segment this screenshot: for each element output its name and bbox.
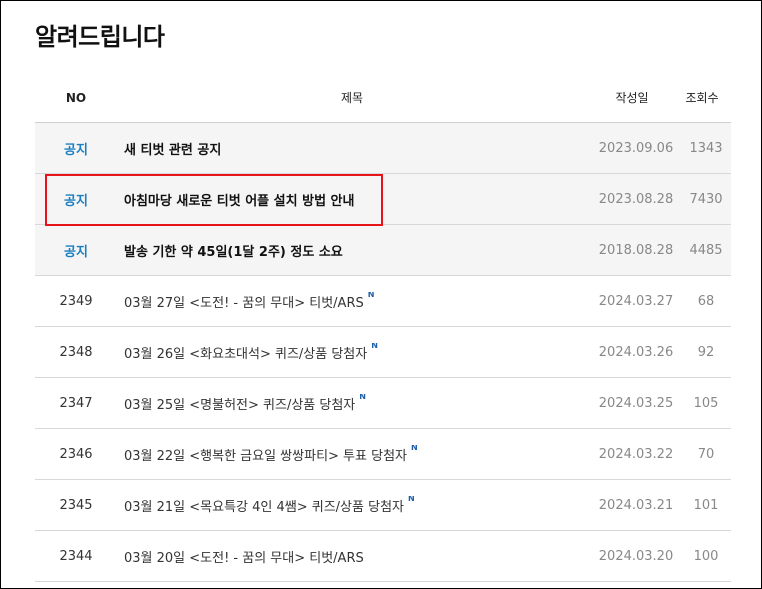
window-frame: 알려드립니다 NO 제목 작성일 조회수 공지 새 티벗 관련 공지 2023.09… <box>0 0 762 589</box>
header-title: 제목 <box>340 91 364 105</box>
new-badge-icon: N <box>359 393 366 401</box>
notice-label: 공지 <box>64 193 88 209</box>
post-date: 2024.03.22 <box>598 446 674 462</box>
post-title-link[interactable]: 03월 27일 <도전! - 꿈의 무대> 티벗/ARSN <box>117 292 591 311</box>
post-title-text: 03월 25일 <명불허전> 퀴즈/상품 당첨자 <box>124 397 356 413</box>
post-views: 68 <box>697 293 715 309</box>
post-title-text: 03월 26일 <화요초대석> 퀴즈/상품 당첨자 <box>124 346 368 362</box>
header-no: NO <box>65 90 87 105</box>
post-date: 2024.03.21 <box>598 497 674 513</box>
new-badge-icon: N <box>408 495 415 503</box>
post-title-text: 아침마당 새로운 티벗 어플 설치 방법 안내 <box>124 193 355 209</box>
header-views: 조회수 <box>685 91 719 105</box>
post-title-link[interactable]: 03월 25일 <명불허전> 퀴즈/상품 당첨자N <box>117 394 591 413</box>
table-row[interactable]: 2344 03월 20일 <도전! - 꿈의 무대> 티벗/ARS 2024.03.… <box>35 531 731 582</box>
post-title-text: 03월 22일 <행복한 금요일 쌍쌍파티> 투표 당첨자 <box>124 448 407 464</box>
table-header: NO 제목 작성일 조회수 <box>35 73 731 123</box>
post-number: 2349 <box>59 293 93 309</box>
post-title-link[interactable]: 새 티벗 관련 공지 <box>117 139 591 158</box>
post-date: 2024.03.27 <box>598 293 674 309</box>
post-number: 2347 <box>59 395 93 411</box>
post-title-text: 발송 기한 약 45일(1달 2주) 정도 소요 <box>124 244 343 260</box>
table-row[interactable]: 2347 03월 25일 <명불허전> 퀴즈/상품 당첨자N 2024.03.25 1… <box>35 378 731 429</box>
notice-row[interactable]: 공지 발송 기한 약 45일(1달 2주) 정도 소요 2018.08.28 4485 <box>35 225 731 276</box>
post-views: 105 <box>693 395 719 411</box>
post-title-text: 03월 21일 <목요특강 4인 4쌤> 퀴즈/상품 당첨자 <box>124 499 404 515</box>
notice-row[interactable]: 공지 아침마당 새로운 티벗 어플 설치 방법 안내 2023.08.28 7430 <box>35 174 731 225</box>
post-title-text: 03월 20일 <도전! - 꿈의 무대> 티벗/ARS <box>124 550 364 566</box>
new-badge-icon: N <box>410 444 418 452</box>
post-title-link[interactable]: 03월 20일 <도전! - 꿈의 무대> 티벗/ARS <box>117 547 591 566</box>
post-views: 92 <box>697 344 715 360</box>
notice-board-table: NO 제목 작성일 조회수 공지 새 티벗 관련 공지 2023.09.06 1343… <box>35 73 731 582</box>
post-date: 2024.03.26 <box>598 344 674 360</box>
post-number: 2345 <box>59 497 93 513</box>
post-views: 4485 <box>689 242 723 258</box>
page-title: 알려드립니다 <box>35 23 165 51</box>
notice-row[interactable]: 공지 새 티벗 관련 공지 2023.09.06 1343 <box>35 123 731 174</box>
post-number: 2346 <box>59 446 93 462</box>
post-title-text: 03월 27일 <도전! - 꿈의 무대> 티벗/ARS <box>124 295 364 311</box>
table-body: 공지 새 티벗 관련 공지 2023.09.06 1343 공지 아침마당 새로운 티벗 … <box>35 123 731 582</box>
new-badge-icon: N <box>371 342 378 350</box>
post-views: 7430 <box>689 191 723 207</box>
post-date: 2024.03.20 <box>598 548 674 564</box>
post-title-link[interactable]: 03월 26일 <화요초대석> 퀴즈/상품 당첨자N <box>117 343 591 362</box>
post-views: 100 <box>693 548 719 564</box>
post-title-link[interactable]: 아침마당 새로운 티벗 어플 설치 방법 안내 <box>117 190 591 209</box>
post-views: 101 <box>693 497 719 513</box>
header-date: 작성일 <box>615 91 649 105</box>
new-badge-icon: N <box>367 291 375 299</box>
notice-label: 공지 <box>64 142 88 158</box>
post-date: 2023.08.28 <box>598 191 674 207</box>
post-number: 2344 <box>59 548 93 564</box>
post-title-link[interactable]: 발송 기한 약 45일(1달 2주) 정도 소요 <box>117 241 591 260</box>
table-row[interactable]: 2346 03월 22일 <행복한 금요일 쌍쌍파티> 투표 당첨자N 2024.0… <box>35 429 731 480</box>
post-views: 1343 <box>689 140 723 156</box>
post-date: 2018.08.28 <box>598 242 674 258</box>
table-row[interactable]: 2345 03월 21일 <목요특강 4인 4쌤> 퀴즈/상품 당첨자 N 2024.… <box>35 480 731 531</box>
post-views: 70 <box>697 446 715 462</box>
post-date: 2023.09.06 <box>598 140 674 156</box>
table-row[interactable]: 2348 03월 26일 <화요초대석> 퀴즈/상품 당첨자N 2024.03.26… <box>35 327 731 378</box>
notice-label: 공지 <box>64 244 88 260</box>
post-date: 2024.03.25 <box>598 395 674 411</box>
post-number: 2348 <box>59 344 93 360</box>
post-title-text: 새 티벗 관련 공지 <box>124 142 222 158</box>
post-title-link[interactable]: 03월 22일 <행복한 금요일 쌍쌍파티> 투표 당첨자N <box>117 445 591 464</box>
post-title-link[interactable]: 03월 21일 <목요특강 4인 4쌤> 퀴즈/상품 당첨자 N <box>117 496 591 515</box>
table-row[interactable]: 2349 03월 27일 <도전! - 꿈의 무대> 티벗/ARSN 2024.03… <box>35 276 731 327</box>
